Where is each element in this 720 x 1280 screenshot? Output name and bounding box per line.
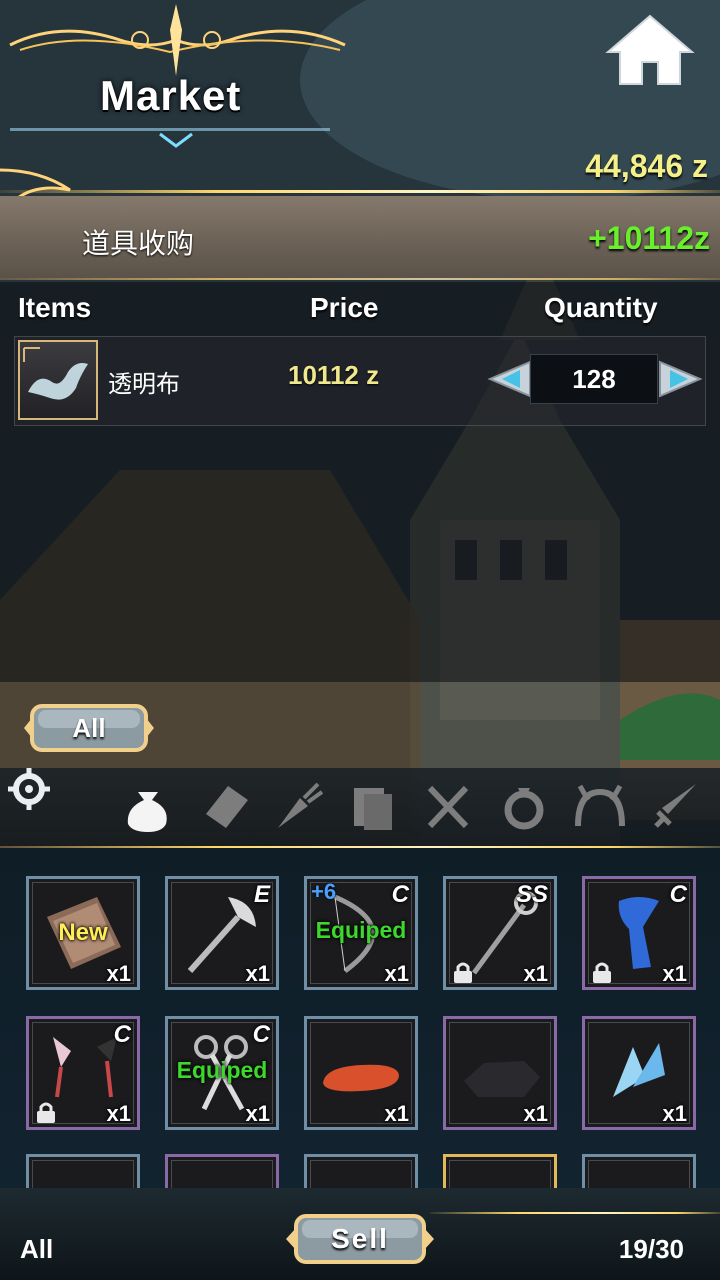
item-count: x1 <box>106 1101 131 1126</box>
inventory-slot[interactable]: x1 <box>304 1016 418 1130</box>
inventory-slot[interactable]: x1 <box>443 1016 557 1130</box>
item-price: 10112 z <box>288 360 380 390</box>
order-gain: +10112z <box>588 220 710 256</box>
inventory-slot[interactable]: +6 C Equiped x1 <box>304 876 418 990</box>
inventory-slot[interactable]: E x1 <box>165 876 279 990</box>
lock-icon <box>37 1102 55 1123</box>
card-icon[interactable] <box>198 778 254 834</box>
sword-icon[interactable] <box>648 778 704 834</box>
divider-line <box>430 1212 720 1214</box>
books-icon[interactable] <box>344 778 400 834</box>
item-count: x1 <box>523 961 548 986</box>
decrease-arrow-icon[interactable] <box>486 356 532 402</box>
item-count: x1 <box>662 961 687 986</box>
increase-arrow-icon[interactable] <box>658 356 704 402</box>
utensils-icon[interactable] <box>420 778 476 834</box>
lock-icon <box>593 962 611 983</box>
inventory-grid: New x1 E x1 +6 C Equiped x1 SS x1 C x1 C… <box>0 848 720 1188</box>
inventory-slot[interactable] <box>165 1154 279 1188</box>
inventory-slot[interactable]: C x1 <box>582 876 696 990</box>
lock-icon <box>454 962 472 983</box>
inventory-slot[interactable] <box>582 1154 696 1188</box>
gear-icon[interactable] <box>6 766 52 812</box>
inventory-slot[interactable]: SS x1 <box>443 876 557 990</box>
item-count: x1 <box>384 1101 409 1126</box>
item-count: x1 <box>384 961 409 986</box>
grade-label: C <box>252 1021 270 1048</box>
inventory-slot-selected[interactable] <box>443 1154 557 1188</box>
home-icon[interactable] <box>604 12 696 88</box>
item-count: x1 <box>245 1101 270 1126</box>
column-header-items: Items <box>18 292 92 323</box>
column-header-quantity: Quantity <box>544 292 658 323</box>
equipped-tag: Equiped <box>176 1057 268 1083</box>
equipped-tag: Equiped <box>315 917 407 943</box>
enhance-level: +6 <box>311 879 337 904</box>
inventory-slot[interactable]: C Equiped x1 <box>165 1016 279 1130</box>
item-count: x1 <box>106 961 131 986</box>
bag-icon[interactable] <box>120 778 176 834</box>
divider-line <box>0 190 720 193</box>
money-balance: 44,846 z <box>585 148 708 184</box>
inventory-slot[interactable]: New x1 <box>26 876 140 990</box>
order-name: 道具收购 <box>82 228 195 259</box>
page-title: Market <box>100 72 242 119</box>
grade-label: E <box>253 881 270 908</box>
cloth-item-icon <box>18 340 98 420</box>
ring-icon[interactable] <box>496 778 552 834</box>
divider-line <box>0 278 720 280</box>
inventory-capacity: 19/30 <box>618 1234 684 1264</box>
grade-label: C <box>669 881 687 908</box>
headband-icon[interactable] <box>572 778 628 834</box>
carrot-icon[interactable] <box>268 778 324 834</box>
item-count: x1 <box>523 1101 548 1126</box>
inventory-slot[interactable]: x1 <box>582 1016 696 1130</box>
inventory-slot[interactable] <box>304 1154 418 1188</box>
filter-label[interactable]: All <box>20 1234 53 1265</box>
all-filter-button[interactable] <box>22 696 156 760</box>
sell-button[interactable] <box>284 1204 436 1274</box>
item-count: x1 <box>245 961 270 986</box>
grade-label: C <box>113 1021 131 1048</box>
cloth-icon <box>23 347 88 400</box>
grade-label: SS <box>515 881 548 908</box>
inventory-slot[interactable] <box>26 1154 140 1188</box>
column-header-price: Price <box>310 292 379 323</box>
inventory-slot[interactable]: C x1 <box>26 1016 140 1130</box>
quantity-value[interactable]: 128 <box>530 354 658 404</box>
item-name: 透明布 <box>108 371 180 398</box>
new-tag: New <box>58 919 108 946</box>
item-count: x1 <box>662 1101 687 1126</box>
grade-label: C <box>391 881 409 908</box>
